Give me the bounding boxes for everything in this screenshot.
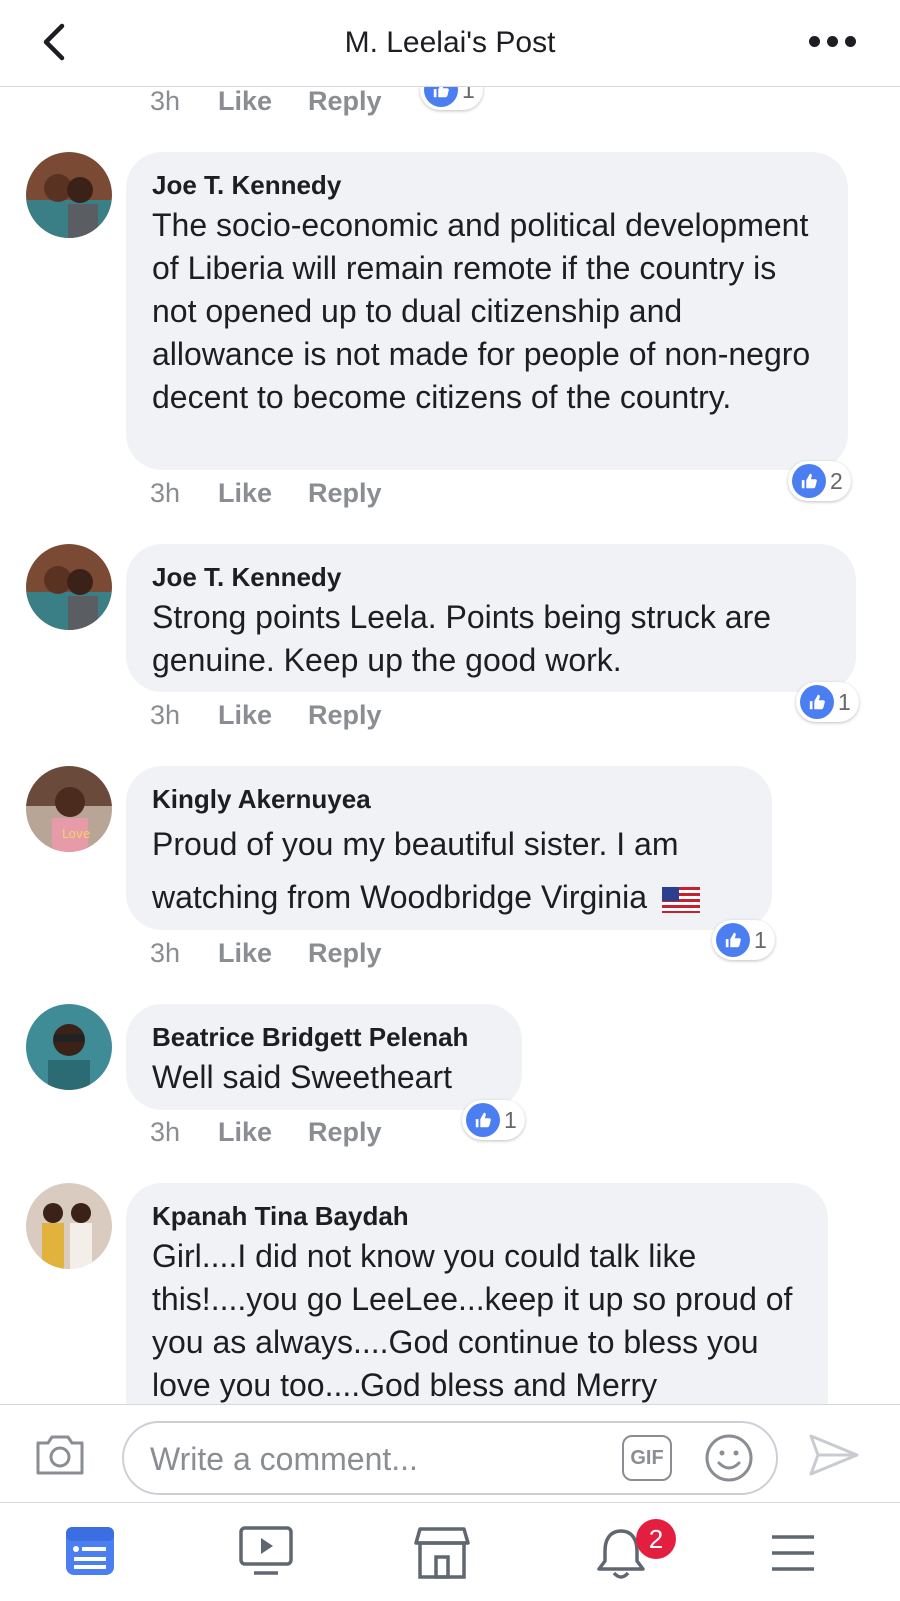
comment-author[interactable]: Joe T. Kennedy xyxy=(152,170,822,200)
comment-text: Girl....I did not know you could talk li… xyxy=(152,1238,793,1403)
avatar[interactable] xyxy=(26,1004,112,1090)
avatar[interactable] xyxy=(26,152,112,238)
comment-input[interactable]: Write a comment... GIF xyxy=(122,1421,778,1495)
like-reaction-icon xyxy=(800,685,834,719)
comment-text: Proud of you my beautiful sister. I am w… xyxy=(152,818,746,924)
reaction-count[interactable]: 1 xyxy=(462,1100,525,1140)
comment-bubble[interactable]: Kpanah Tina Baydah Girl....I did not kno… xyxy=(126,1183,828,1404)
comment-time: 3h xyxy=(150,700,181,730)
reaction-number: 1 xyxy=(838,688,851,715)
like-button[interactable]: Like xyxy=(218,700,272,731)
emoji-icon[interactable] xyxy=(704,1433,754,1483)
notification-badge: 2 xyxy=(636,1519,676,1559)
like-button[interactable]: Like xyxy=(218,86,272,117)
comment-bubble[interactable]: Joe T. Kennedy The socio-economic and po… xyxy=(126,152,848,470)
like-button[interactable]: Like xyxy=(218,938,272,969)
reaction-number: 1 xyxy=(504,1106,517,1133)
comment-time: 3h xyxy=(150,478,181,508)
reaction-count[interactable]: 1 xyxy=(712,920,775,960)
reply-button[interactable]: Reply xyxy=(308,938,382,969)
watch-video-icon[interactable] xyxy=(238,1525,294,1579)
comment-author[interactable]: Kingly Akernuyea xyxy=(152,784,746,814)
avatar[interactable]: Love xyxy=(26,766,112,852)
reply-button[interactable]: Reply xyxy=(308,700,382,731)
marketplace-icon[interactable] xyxy=(414,1525,470,1579)
reply-button[interactable]: Reply xyxy=(308,478,382,509)
reaction-number: 1 xyxy=(754,926,767,953)
like-reaction-icon xyxy=(716,923,750,957)
comment-text: Strong points Leela. Points being struck… xyxy=(152,599,772,678)
like-reaction-icon xyxy=(466,1103,500,1137)
avatar[interactable] xyxy=(26,544,112,630)
comment-bubble[interactable]: Kingly Akernuyea Proud of you my beautif… xyxy=(126,766,772,930)
comment-time: 3h xyxy=(150,1117,181,1147)
comment-bubble[interactable]: Joe T. Kennedy Strong points Leela. Poin… xyxy=(126,544,856,692)
comment-time: 3h xyxy=(150,86,181,116)
like-button[interactable]: Like xyxy=(218,1117,272,1148)
comment-placeholder: Write a comment... xyxy=(150,1441,418,1477)
us-flag-icon xyxy=(661,886,700,913)
news-feed-icon[interactable] xyxy=(64,1525,116,1577)
send-icon[interactable] xyxy=(808,1433,860,1477)
comment-composer: Write a comment... GIF xyxy=(0,1404,900,1503)
like-reaction-icon xyxy=(792,464,826,498)
top-bar: M. Leelai's Post xyxy=(0,0,900,87)
comments-list: 3h Like Reply 1 Joe T. Kennedy The socio… xyxy=(0,86,900,1404)
comment-text: Well said Sweetheart xyxy=(152,1059,452,1095)
like-button[interactable]: Like xyxy=(218,478,272,509)
gif-button[interactable]: GIF xyxy=(622,1435,672,1481)
reply-button[interactable]: Reply xyxy=(308,1117,382,1148)
comment-text: The socio-economic and political develop… xyxy=(152,207,811,415)
comment-bubble[interactable]: Beatrice Bridgett Pelenah Well said Swee… xyxy=(126,1004,522,1110)
camera-icon[interactable] xyxy=(34,1431,86,1477)
comment-text-content: Proud of you my beautiful sister. I am w… xyxy=(152,826,679,915)
svg-text:Love: Love xyxy=(62,827,90,841)
menu-icon[interactable] xyxy=(770,1533,816,1573)
reply-button[interactable]: Reply xyxy=(308,86,382,117)
comment-time: 3h xyxy=(150,938,181,968)
reaction-number: 2 xyxy=(830,467,843,494)
reaction-count[interactable]: 1 xyxy=(796,682,859,722)
like-reaction-icon xyxy=(424,86,458,107)
reaction-count[interactable]: 2 xyxy=(788,461,851,501)
reaction-count[interactable]: 1 xyxy=(420,86,483,110)
comment-author[interactable]: Joe T. Kennedy xyxy=(152,562,830,592)
reaction-number: 1 xyxy=(462,86,475,103)
comment-author[interactable]: Beatrice Bridgett Pelenah xyxy=(152,1022,496,1052)
comment-author[interactable]: Kpanah Tina Baydah xyxy=(152,1201,802,1231)
page-title: M. Leelai's Post xyxy=(344,26,556,59)
bottom-tab-bar: 2 xyxy=(0,1502,900,1601)
more-options-icon[interactable] xyxy=(809,36,856,47)
avatar[interactable] xyxy=(26,1183,112,1269)
